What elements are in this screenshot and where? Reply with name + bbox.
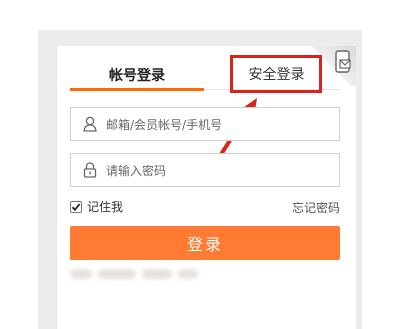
forgot-password-link[interactable]: 忘记密码 — [292, 199, 340, 216]
blurred-links — [70, 264, 200, 284]
username-placeholder: 邮箱/会员帐号/手机号 — [106, 117, 223, 132]
qrcode-toggle-icon[interactable] — [332, 50, 352, 76]
login-button[interactable]: 登录 — [70, 226, 340, 260]
tab-account-login[interactable]: 帐号登录 — [70, 60, 204, 90]
user-icon — [77, 108, 103, 140]
active-tab-indicator — [70, 88, 204, 91]
login-screen: 帐号登录 安全登录 邮箱/会员帐号/手机号 请输入密码 记住我 忘记密码 登录 — [0, 0, 400, 329]
checkmark-icon[interactable] — [70, 200, 82, 213]
password-field[interactable]: 请输入密码 — [70, 153, 340, 187]
username-field[interactable]: 邮箱/会员帐号/手机号 — [70, 107, 340, 141]
remember-me-label: 记住我 — [87, 200, 124, 214]
tab-secure-login[interactable]: 安全登录 — [231, 57, 322, 91]
lock-icon — [77, 154, 103, 186]
password-placeholder: 请输入密码 — [106, 163, 167, 178]
remember-me-checkbox[interactable]: 记住我 — [70, 198, 123, 215]
